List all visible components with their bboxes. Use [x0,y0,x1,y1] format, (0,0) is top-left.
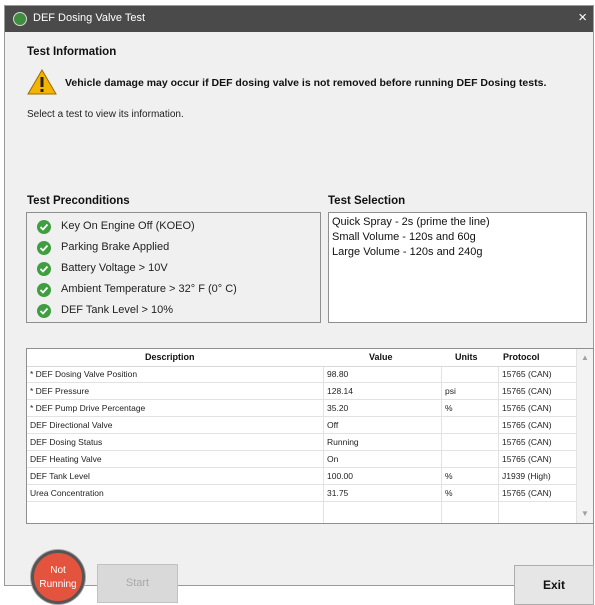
cell-protocol: 15765 (CAN) [502,454,552,464]
status-indicator: Not Running [31,550,85,604]
test-selection-heading: Test Selection [328,195,406,207]
preconditions-box: Key On Engine Off (KOEO) Parking Brake A… [26,212,321,323]
table-header: Description Value Units Protocol [27,349,578,367]
table-row[interactable]: DEF Dosing Status Running 15765 (CAN) [27,434,578,451]
def-dosing-valve-test-window: DEF Dosing Valve Test × Test Information… [4,5,594,605]
cell-protocol: 15765 (CAN) [502,403,552,413]
window-content: Test Information Vehicle damage may occu… [5,32,594,605]
cell-description: * DEF Pressure [30,386,90,396]
cell-units: % [445,403,453,413]
title-bar: DEF Dosing Valve Test × [5,6,593,32]
cell-description: DEF Dosing Status [30,437,103,447]
check-icon [37,304,51,318]
check-icon [37,262,51,276]
table-row[interactable]: * DEF Pressure 128.14 psi 15765 (CAN) [27,383,578,400]
cell-protocol: 15765 (CAN) [502,488,552,498]
test-selection-list[interactable]: Quick Spray - 2s (prime the line) Small … [328,212,587,323]
cell-value: Running [327,437,359,447]
cell-description: DEF Heating Valve [30,454,102,464]
cell-value: On [327,454,339,464]
column-header-protocol[interactable]: Protocol [503,352,540,362]
cell-protocol: 15765 (CAN) [502,369,552,379]
precondition-label: Ambient Temperature > 32° F (0° C) [61,283,237,295]
scroll-down-icon[interactable]: ▼ [581,509,589,518]
cell-units: % [445,471,453,481]
cell-protocol: J1939 (High) [502,471,551,481]
test-option[interactable]: Quick Spray - 2s (prime the line) [332,216,490,228]
precondition-label: Key On Engine Off (KOEO) [61,220,195,232]
cell-protocol: 15765 (CAN) [502,386,552,396]
test-option[interactable]: Small Volume - 120s and 60g [332,231,476,243]
table-scrollbar[interactable]: ▲ ▼ [576,349,593,523]
test-preconditions-heading: Test Preconditions [27,195,130,207]
window-title: DEF Dosing Valve Test [33,12,146,24]
cell-value: 31.75 [327,488,349,498]
table-row[interactable]: DEF Directional Valve Off 15765 (CAN) [27,417,578,434]
app-icon [13,12,27,26]
cell-value: 98.80 [327,369,349,379]
status-text-line1: Not [50,565,66,576]
cell-units: psi [445,386,456,396]
table-row[interactable]: DEF Tank Level 100.00 % J1939 (High) [27,468,578,485]
cell-protocol: 15765 (CAN) [502,420,552,430]
column-header-value[interactable]: Value [369,352,393,362]
cell-value: 100.00 [327,471,353,481]
scroll-up-icon[interactable]: ▲ [581,353,589,362]
table-row[interactable]: * DEF Pump Drive Percentage 35.20 % 1576… [27,400,578,417]
check-icon [37,283,51,297]
cell-value: Off [327,420,339,430]
test-option[interactable]: Large Volume - 120s and 240g [332,246,482,258]
precondition-label: Parking Brake Applied [61,241,170,253]
warning-icon [27,69,57,95]
cell-value: 128.14 [327,386,353,396]
cell-description: DEF Directional Valve [30,420,113,430]
cell-description: * DEF Dosing Valve Position [30,369,138,379]
warning-row: Vehicle damage may occur if DEF dosing v… [27,69,587,99]
exit-button[interactable]: Exit [514,565,594,605]
column-header-description[interactable]: Description [145,352,195,362]
start-button[interactable]: Start [97,564,178,603]
cell-description: DEF Tank Level [30,471,90,481]
check-icon [37,220,51,234]
cell-description: * DEF Pump Drive Percentage [30,403,146,413]
data-table: Description Value Units Protocol * DEF D… [26,348,594,524]
selection-hint: Select a test to view its information. [27,109,184,120]
cell-units: % [445,488,453,498]
status-text-line2: Running [39,579,77,590]
cell-description: Urea Concentration [30,488,104,498]
close-icon[interactable]: × [578,9,587,26]
precondition-label: DEF Tank Level > 10% [61,304,173,316]
column-header-units[interactable]: Units [455,352,478,362]
check-icon [37,241,51,255]
test-information-heading: Test Information [27,46,117,58]
warning-message: Vehicle damage may occur if DEF dosing v… [65,77,547,89]
table-row[interactable]: * DEF Dosing Valve Position 98.80 15765 … [27,366,578,383]
cell-value: 35.20 [327,403,349,413]
precondition-label: Battery Voltage > 10V [61,262,168,274]
table-row[interactable]: DEF Heating Valve On 15765 (CAN) [27,451,578,468]
cell-protocol: 15765 (CAN) [502,437,552,447]
table-row[interactable]: Urea Concentration 31.75 % 15765 (CAN) [27,485,578,502]
